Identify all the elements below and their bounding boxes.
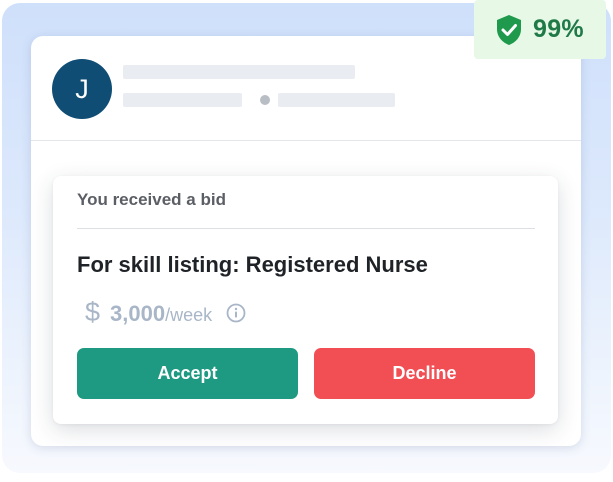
- listing-title: For skill listing: Registered Nurse: [77, 252, 428, 277]
- trust-score-badge: 99%: [474, 0, 606, 59]
- price-row: $ 3,000 /week: [85, 297, 246, 327]
- bid-card: You received a bid For skill listing: Re…: [53, 176, 558, 424]
- avatar[interactable]: J: [52, 59, 112, 119]
- name-placeholder: [123, 65, 355, 79]
- meta-placeholder-left: [123, 93, 242, 107]
- separator-dot: [260, 95, 270, 105]
- divider: [77, 228, 535, 229]
- shield-check-icon: [495, 14, 523, 46]
- stage: J You received a bid For skill listing: …: [0, 0, 613, 482]
- trust-score-value: 99%: [533, 15, 584, 43]
- decline-button[interactable]: Decline: [314, 348, 535, 399]
- meta-placeholder-right: [278, 93, 395, 107]
- bid-unit: /week: [165, 305, 213, 325]
- bid-amount: 3,000: [110, 301, 166, 326]
- info-circle-icon[interactable]: [226, 303, 246, 323]
- bid-heading: You received a bid: [77, 190, 226, 209]
- currency-symbol: $: [85, 297, 101, 327]
- accept-button[interactable]: Accept: [77, 348, 298, 399]
